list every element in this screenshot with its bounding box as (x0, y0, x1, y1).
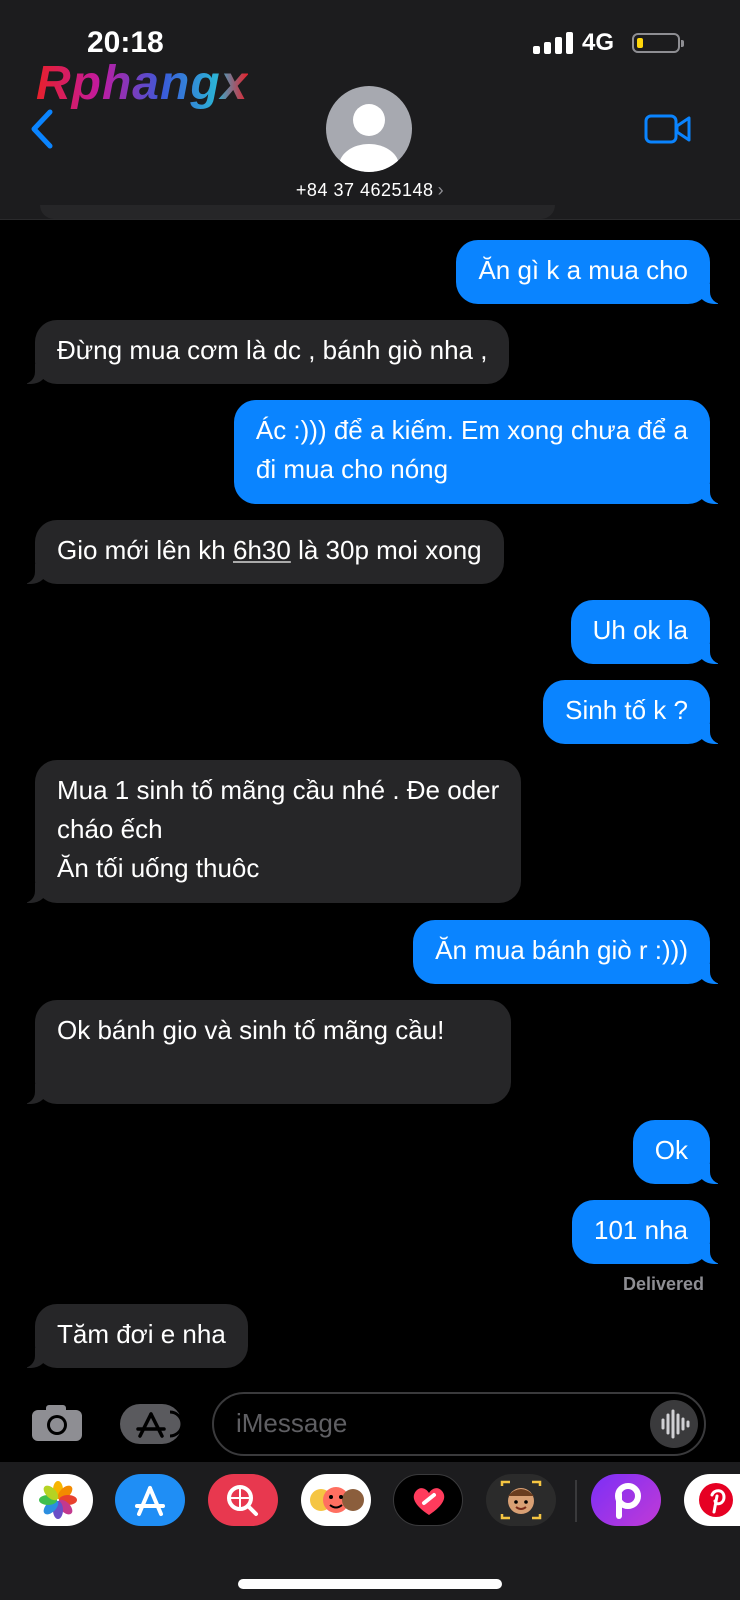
cellular-signal-icon (533, 32, 573, 54)
message-bubble-incoming[interactable]: Ok bánh gio và sinh tố mãng cầu! (13, 1000, 511, 1104)
message-bubble-incoming[interactable]: Tăm đơi e nha (13, 1304, 248, 1368)
message-text: Mua 1 sinh tố mãng cầu nhé . Đe oder chá… (57, 775, 500, 883)
dock-divider (575, 1480, 577, 1522)
memoji-stickers-icon[interactable] (301, 1474, 371, 1526)
contact-avatar[interactable] (326, 86, 412, 172)
message-bubble-outgoing[interactable]: Uh ok la (570, 600, 733, 664)
status-time: 20:18 (87, 26, 164, 59)
message-text: Ok bánh gio và sinh tố mãng cầu! (57, 1015, 445, 1045)
imessage-input[interactable]: iMessage (212, 1392, 706, 1456)
watermark-logo: Rphangx (36, 57, 249, 110)
battery-icon (632, 33, 684, 53)
facetime-video-icon[interactable] (644, 113, 692, 145)
person-silhouette-icon (339, 104, 399, 172)
message-text: Gio mới lên kh (57, 535, 233, 565)
message-bubble-incoming[interactable]: Gio mới lên kh 6h30 là 30p moi xong (13, 520, 504, 584)
message-text: Ác :))) để a kiếm. Em xong chưa để a đi … (255, 415, 688, 484)
app-store-apps-button[interactable] (120, 1404, 184, 1444)
digital-touch-icon[interactable] (393, 1474, 463, 1526)
delivered-status: Delivered (622, 1274, 704, 1294)
message-bubble-outgoing[interactable]: Ăn gì k a mua cho (456, 240, 732, 304)
message-text: Ok (654, 1135, 688, 1165)
back-chevron-icon[interactable] (26, 106, 66, 152)
message-text: Đừng mua cơm là dc , bánh giò nha , (57, 335, 488, 365)
picsart-icon[interactable] (591, 1474, 661, 1526)
message-bubble-incoming[interactable]: Đừng mua cơm là dc , bánh giò nha , (12, 320, 510, 384)
message-text: Uh ok la (592, 615, 688, 645)
message-text: Ăn mua bánh giò r :))) (435, 935, 688, 965)
app-store-glyph-icon (136, 1410, 184, 1438)
conversation-header: 20:18 4G Rphangx +84 37 4625148 › (0, 0, 740, 220)
message-text: Sinh tố k ? (565, 695, 688, 725)
waveform-icon (661, 1409, 690, 1439)
contact-number: +84 37 4625148 (295, 180, 434, 200)
photos-icon[interactable] (23, 1474, 93, 1526)
message-text: Ăn gì k a mua cho (478, 255, 688, 285)
time-link[interactable]: 6h30 (233, 535, 291, 565)
pinterest-icon[interactable] (684, 1474, 740, 1526)
imessage-placeholder: iMessage (236, 1408, 348, 1438)
chevron-right-icon: › (437, 180, 445, 200)
message-bubble-incoming[interactable]: Mua 1 sinh tố mãng cầu nhé . Đe oder chá… (12, 760, 522, 903)
message-text: 101 nha (594, 1215, 688, 1245)
message-bubble-outgoing[interactable]: 101 nha (572, 1200, 732, 1264)
message-bubble-outgoing[interactable]: Sinh tố k ? (543, 680, 732, 744)
previous-message-bubble (40, 205, 555, 219)
home-indicator[interactable] (238, 1579, 502, 1589)
network-type: 4G (582, 29, 615, 56)
search-images-icon[interactable] (208, 1474, 278, 1526)
message-text: là 30p moi xong (290, 535, 482, 565)
app-store-icon[interactable] (115, 1474, 185, 1526)
audio-message-icon[interactable] (650, 1400, 698, 1448)
message-bubble-outgoing[interactable]: Ăn mua bánh giò r :))) (413, 920, 732, 984)
message-bubble-outgoing[interactable]: Ác :))) để a kiếm. Em xong chưa để a đi … (233, 400, 733, 504)
contact-name[interactable]: +84 37 4625148 › (0, 180, 740, 201)
camera-icon[interactable] (30, 1403, 84, 1443)
message-text: Tăm đơi e nha (57, 1319, 226, 1349)
memoji-icon[interactable] (486, 1474, 556, 1526)
message-bubble-outgoing[interactable]: Ok (632, 1120, 733, 1184)
